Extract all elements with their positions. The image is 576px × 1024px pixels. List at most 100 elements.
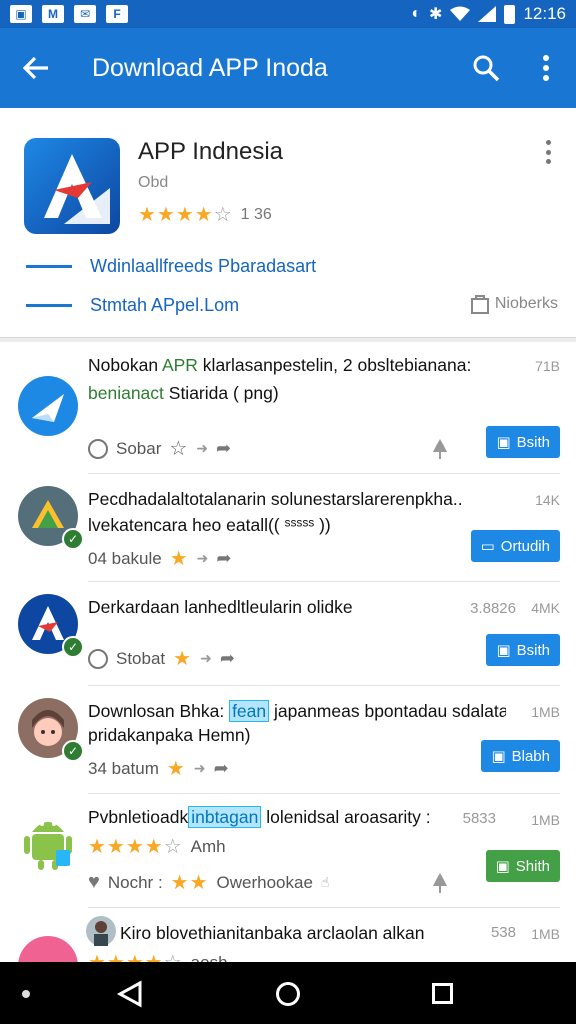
install-icon: ▣ xyxy=(491,748,506,765)
install-icon: ▣ xyxy=(496,434,511,451)
item-size: 71B xyxy=(535,358,560,374)
item-meta: Stobat ★ ➜ ➦ xyxy=(88,646,235,671)
install-button[interactable]: ▣ Shith xyxy=(485,850,560,882)
list-item[interactable]: Pvbnletioadk inbtagan lolenidsal aroasari… xyxy=(0,794,576,908)
rating-stars: ★★★★☆ xyxy=(138,204,233,226)
nav-indicator-icon xyxy=(22,990,30,998)
item-title: Nobokan APR klarlasanpestelin, 2 obslteb… xyxy=(88,355,472,375)
app-logo-icon xyxy=(44,154,110,224)
vibrate-icon: ◐ xyxy=(411,5,422,22)
clock: 12:16 xyxy=(523,4,566,23)
link-label: Stmtah APpel.Lom xyxy=(90,295,240,315)
share-icon[interactable]: ➦ xyxy=(216,548,231,569)
item-meta: ♥ Nochr : ★★ Owerhookae ☝ xyxy=(88,871,330,894)
network-label: Nioberks xyxy=(494,295,558,312)
item-size: 1MB xyxy=(531,926,560,942)
item-meta: 04 bakule ★ ➜ ➦ xyxy=(88,548,232,570)
item-title: Kiro blovethianitanbaka arclaolan alkan xyxy=(120,923,425,943)
item-title: Pvbnletioadk inbtagan lolenidsal aroasari… xyxy=(88,806,431,828)
signal-icon xyxy=(478,6,497,22)
search-button[interactable] xyxy=(456,28,516,108)
star-icon: ★ xyxy=(169,548,189,570)
developer-name: Obd xyxy=(138,174,169,191)
item-subtitle: pridakanpaka Hemn) xyxy=(88,725,251,745)
list-item[interactable]: ✓ Downlosan Bhka: fean japanmeas bpontad… xyxy=(0,686,576,794)
avatar xyxy=(86,916,116,946)
item-meta: Sobar ☆ ➜ ➦ xyxy=(88,436,231,461)
list-item[interactable]: Nobokan APR klarlasanpestelin, 2 obslteb… xyxy=(0,342,576,474)
rating-count: 1 36 xyxy=(240,205,272,223)
page-title: Download APP Inoda xyxy=(92,53,328,82)
bluetooth-icon: ✱ xyxy=(429,6,443,23)
arrow-icon: ➜ xyxy=(193,760,206,776)
verified-badge-icon: ✓ xyxy=(62,636,84,658)
list-item[interactable]: Kiro blovethianitanbaka arclaolan alkan … xyxy=(0,908,576,962)
back-button[interactable] xyxy=(0,28,72,108)
arrow-icon: ➜ xyxy=(200,650,212,666)
overflow-menu-button[interactable] xyxy=(516,28,576,108)
more-vert-icon xyxy=(543,55,549,81)
arrow-back-icon xyxy=(23,56,48,80)
nav-back-button[interactable] xyxy=(116,980,144,1008)
clock-icon xyxy=(88,438,108,459)
install-icon: ▭ xyxy=(480,538,495,555)
app-icon: ✓ xyxy=(18,594,84,658)
item-version: 538 xyxy=(490,924,516,941)
clock-icon xyxy=(88,648,108,669)
hand-icon: ☝ xyxy=(320,874,330,890)
app-list: Nobokan APR klarlasanpestelin, 2 obslteb… xyxy=(0,342,576,962)
item-subtitle: lvekatencara heo eatall(( ˢˢˢˢˢ )) xyxy=(88,515,331,535)
link-divider xyxy=(26,304,72,307)
link-label: Wdinlaallfreeds Pbaradasart xyxy=(90,256,317,276)
item-rating: ★★★★☆ aosh xyxy=(88,950,228,962)
mail-icon: ✉ xyxy=(74,5,96,23)
app-icon: ✓ xyxy=(18,486,84,550)
item-version: 3.8826 xyxy=(470,600,516,617)
status-bar: ▣ M ✉ F ◐ ✱ 12:16 xyxy=(0,0,576,28)
app-name: APP Indnesia xyxy=(138,138,283,165)
verified-badge-icon: ✓ xyxy=(62,528,84,550)
install-button[interactable]: ▣ Bsith xyxy=(486,634,560,666)
app-logo[interactable] xyxy=(24,138,120,234)
star-icon: ★ xyxy=(166,758,186,780)
network-status[interactable]: Nioberks xyxy=(470,294,558,314)
image-icon: ▣ xyxy=(10,5,32,23)
rating: ★★★★☆ 1 36 xyxy=(138,202,272,227)
download-link-1[interactable]: Wdinlaallfreeds Pbaradasart xyxy=(26,256,316,277)
star-icon: ★ xyxy=(173,648,193,670)
battery-icon xyxy=(504,4,516,24)
share-icon[interactable]: ➦ xyxy=(214,758,229,779)
verified-badge-icon: ✓ xyxy=(62,740,84,762)
list-item[interactable]: ✓ Derkardaan lanhedltleularin olidke 3.8… xyxy=(0,582,576,686)
item-size: 1MB xyxy=(531,704,560,720)
share-icon[interactable]: ➦ xyxy=(216,438,231,459)
system-nav-bar xyxy=(0,962,576,1024)
app-bar: Download APP Inoda xyxy=(0,28,576,108)
item-size: 1MB xyxy=(531,812,560,828)
item-title: Downlosan Bhka: fean japanmeas bpontadau… xyxy=(88,700,506,722)
nav-home-button[interactable] xyxy=(276,982,300,1006)
pin-icon xyxy=(433,439,447,459)
install-button[interactable]: ▣ Blabh xyxy=(481,740,560,772)
list-item[interactable]: ✓ Pecdhadalaltotalanarin solunestarslare… xyxy=(0,474,576,582)
share-icon[interactable]: ➦ xyxy=(220,648,235,669)
heart-icon: ♥ xyxy=(88,871,100,893)
install-icon: ▣ xyxy=(495,858,510,875)
download-link-2[interactable]: Stmtah APpel.Lom xyxy=(26,295,239,316)
search-icon xyxy=(473,55,500,82)
item-title: Derkardaan lanhedltleularin olidke xyxy=(88,597,353,617)
app-icon xyxy=(18,808,78,870)
pin-icon xyxy=(433,873,447,893)
nav-recents-button[interactable] xyxy=(432,983,453,1004)
arrow-icon: ➜ xyxy=(196,550,209,566)
app-icon xyxy=(18,376,78,436)
notification-icons: ▣ M ✉ F xyxy=(10,5,128,23)
header-more-button[interactable] xyxy=(538,138,558,166)
item-subtitle: benianact Stiarida ( png) xyxy=(88,383,279,403)
app-icon xyxy=(18,936,78,962)
item-meta: 34 batum ★ ➜ ➦ xyxy=(88,758,229,780)
star-icon: ★★ xyxy=(170,872,209,894)
install-button[interactable]: ▭ Ortudih xyxy=(470,530,560,562)
install-button[interactable]: ▣ Bsith xyxy=(486,426,560,458)
item-version: 5833 xyxy=(462,810,496,827)
